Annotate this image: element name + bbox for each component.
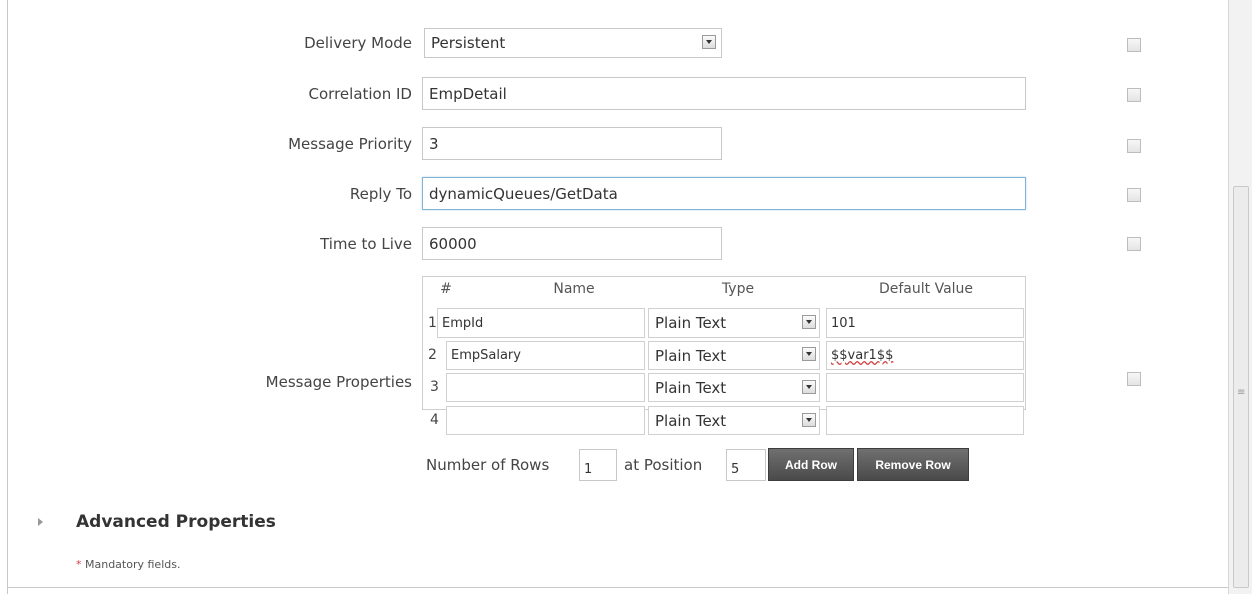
add-row-button[interactable]: Add Row: [768, 448, 854, 481]
number-of-rows-value: 1: [584, 462, 593, 477]
content-border-left: [7, 0, 8, 594]
default-value-value: 101: [831, 315, 856, 331]
default-value-input[interactable]: 101: [826, 308, 1024, 338]
column-header-default-value: Default Value: [878, 281, 974, 297]
property-type-value: Plain Text: [655, 378, 727, 397]
delivery-mode-checkbox[interactable]: [1127, 38, 1141, 52]
property-type-value: Plain Text: [655, 314, 727, 332]
row-number: 3: [430, 379, 439, 395]
advanced-properties-heading[interactable]: Advanced Properties: [76, 512, 276, 532]
message-priority-value: 3: [429, 134, 439, 153]
number-of-rows-input[interactable]: 1: [579, 449, 617, 481]
property-type-value: Plain Text: [655, 411, 727, 430]
property-type-select[interactable]: Plain Text: [648, 341, 820, 370]
time-to-live-value: 60000: [429, 234, 477, 253]
property-name-value: EmpId: [442, 315, 484, 331]
property-name-input[interactable]: EmpSalary: [446, 341, 645, 370]
row-number: 1: [428, 315, 437, 331]
message-properties-checkbox[interactable]: [1127, 372, 1141, 386]
at-position-input[interactable]: 5: [726, 449, 766, 481]
message-properties-label: Message Properties: [265, 373, 412, 391]
chevron-down-icon[interactable]: [802, 380, 816, 394]
property-name-input[interactable]: [446, 406, 645, 435]
message-priority-checkbox[interactable]: [1127, 139, 1141, 153]
property-type-select[interactable]: Plain Text: [648, 406, 820, 435]
time-to-live-input[interactable]: 60000: [422, 227, 722, 260]
delivery-mode-value: Persistent: [431, 34, 506, 52]
property-type-value: Plain Text: [655, 346, 727, 365]
delivery-mode-label: Delivery Mode: [304, 34, 412, 52]
scrollbar-grip-icon: ≡: [1237, 387, 1246, 398]
property-name-input[interactable]: [446, 373, 645, 402]
at-position-value: 5: [731, 462, 740, 477]
mandatory-text: Mandatory fields.: [85, 558, 181, 571]
correlation-id-label: Correlation ID: [308, 85, 412, 103]
reply-to-label: Reply To: [349, 185, 412, 203]
property-type-select[interactable]: Plain Text: [648, 308, 820, 338]
mandatory-fields-note: * Mandatory fields.: [76, 558, 180, 571]
reply-to-checkbox[interactable]: [1127, 188, 1141, 202]
column-header-type: Type: [721, 281, 755, 297]
at-position-label: at Position: [624, 456, 703, 474]
column-header-number: #: [440, 281, 452, 297]
content-border-bottom: [7, 587, 1229, 588]
property-name-input[interactable]: EmpId: [437, 308, 645, 338]
default-value-input[interactable]: [826, 373, 1024, 402]
row-number: 4: [430, 412, 439, 428]
default-value-input[interactable]: $$var1$$: [826, 341, 1024, 370]
time-to-live-checkbox[interactable]: [1127, 237, 1141, 251]
chevron-down-icon[interactable]: [802, 315, 816, 329]
correlation-id-input[interactable]: EmpDetail: [422, 77, 1026, 110]
message-priority-label: Message Priority: [288, 135, 412, 153]
correlation-id-value: EmpDetail: [429, 84, 507, 103]
default-value-input[interactable]: [826, 406, 1024, 435]
property-name-value: EmpSalary: [451, 348, 521, 363]
column-header-name: Name: [553, 281, 595, 297]
chevron-down-icon[interactable]: [802, 347, 816, 361]
reply-to-value: dynamicQueues/GetData: [429, 184, 618, 203]
mandatory-star: *: [76, 558, 82, 571]
number-of-rows-label: Number of Rows: [426, 456, 550, 474]
correlation-id-checkbox[interactable]: [1127, 88, 1141, 102]
property-type-select[interactable]: Plain Text: [648, 373, 820, 402]
remove-row-button[interactable]: Remove Row: [857, 448, 969, 481]
chevron-down-icon[interactable]: [702, 35, 716, 49]
reply-to-input[interactable]: dynamicQueues/GetData: [422, 177, 1026, 210]
default-value-value: $$var1$$: [831, 348, 894, 363]
message-priority-input[interactable]: 3: [422, 127, 722, 160]
chevron-down-icon[interactable]: [802, 413, 816, 427]
expand-arrow-icon[interactable]: [38, 518, 43, 526]
delivery-mode-select[interactable]: Persistent: [424, 28, 722, 58]
time-to-live-label: Time to Live: [320, 235, 412, 253]
row-number: 2: [428, 347, 437, 363]
